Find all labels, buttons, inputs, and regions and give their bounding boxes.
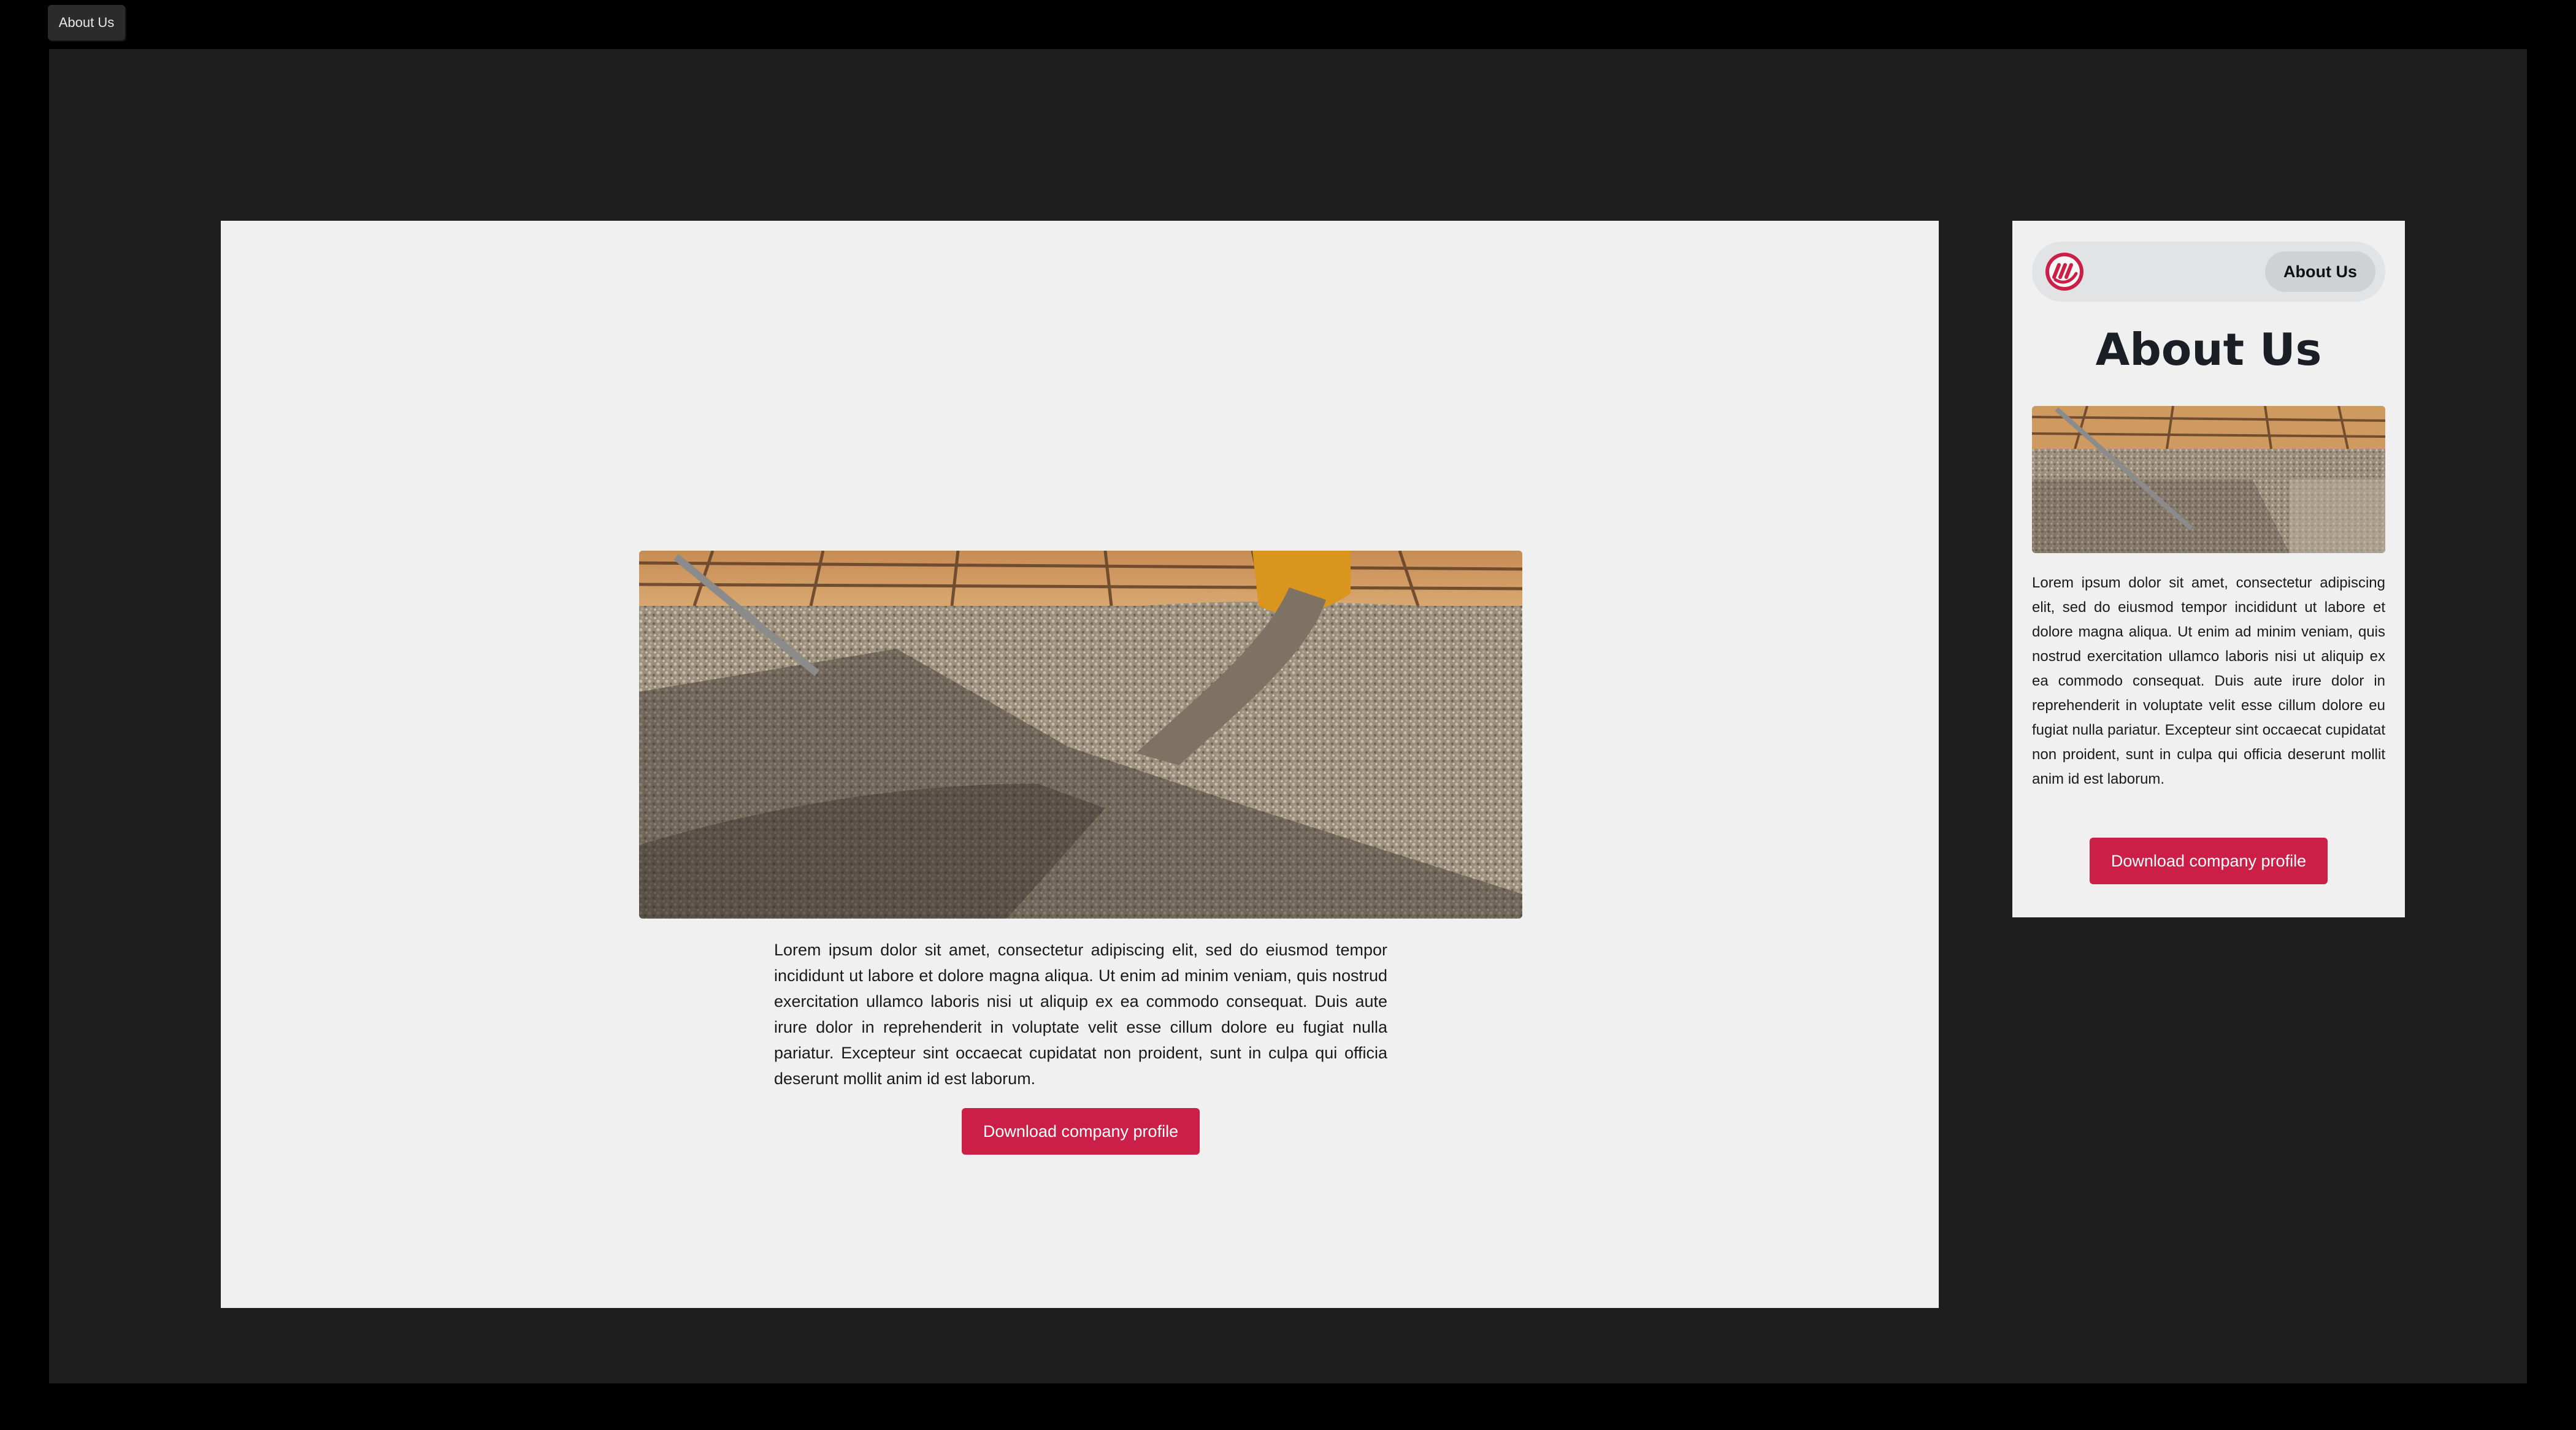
about-paragraph: Lorem ipsum dolor sit amet, consectetur … (774, 941, 1387, 1088)
hero-image (639, 551, 1522, 919)
page-title: About Us (2095, 324, 2322, 375)
nav-about-us[interactable]: About Us (2265, 251, 2375, 292)
concrete-pour-photo (2032, 406, 2385, 553)
mobile-navbar: About Us (2032, 242, 2385, 302)
mobile-artboard: About Us About Us Lorem ipsum dolor sit … (2012, 221, 2405, 917)
desktop-artboard: About Us (221, 221, 1939, 1308)
download-profile-button[interactable]: Download company profile (962, 1108, 1200, 1155)
hero-image (2032, 406, 2385, 553)
frame-label[interactable]: About Us (48, 5, 125, 40)
concrete-pour-photo (639, 551, 1522, 919)
design-canvas: About Us (49, 49, 2527, 1383)
download-profile-button[interactable]: Download company profile (2090, 838, 2328, 884)
about-paragraph: Lorem ipsum dolor sit amet, consectetur … (2032, 575, 2385, 787)
brand-logo-icon[interactable] (2043, 250, 2086, 293)
